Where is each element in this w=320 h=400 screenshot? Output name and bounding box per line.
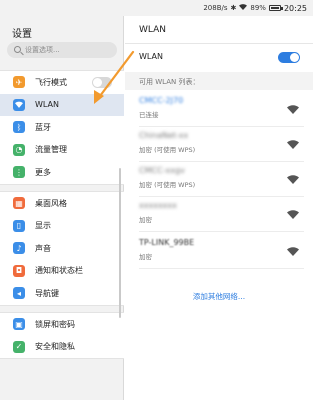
bluetooth-status-icon: ✱ — [230, 4, 237, 12]
lock-icon: ▣ — [13, 318, 25, 331]
security-icon: ✓ — [13, 340, 25, 353]
wifi-icon — [13, 98, 25, 111]
sidebar-item-wlan[interactable]: WLAN — [0, 93, 124, 116]
battery-icon — [268, 5, 283, 11]
more-icon: ⋮ — [13, 166, 25, 179]
wlan-toggle[interactable] — [278, 52, 300, 63]
sidebar-item-label: 桌面风格 — [35, 198, 67, 208]
wifi-signal-icon — [287, 105, 299, 114]
status-bar: 208B/s ✱ 89% 20:25 — [0, 0, 313, 16]
sidebar-item-label: 导航键 — [35, 288, 59, 298]
network-name: CMCC-xxgv — [139, 166, 185, 175]
sidebar-item-more[interactable]: ⋮ 更多 — [0, 161, 124, 184]
wifi-lock-signal-icon — [287, 210, 299, 219]
wlan-detail-pane: WLAN WLAN 可用 WLAN 列表： CMCC-2J70 已连接 Chin… — [125, 16, 313, 400]
wlan-toggle-label: WLAN — [139, 52, 164, 61]
network-status: 加密 (可使用 WPS) — [139, 181, 196, 189]
network-item[interactable]: ChinaNet-xx 加密 (可使用 WPS) — [125, 127, 313, 162]
display-icon: ▯ — [13, 219, 25, 232]
home-style-icon: ▦ — [13, 197, 25, 210]
network-name: CMCC-2J70 — [139, 96, 184, 105]
network-speed: 208B/s — [203, 4, 228, 12]
network-item[interactable]: TP-LINK_99BE 加密 — [125, 234, 313, 269]
sound-icon: ♪ — [13, 242, 25, 255]
sidebar-item-label: 流量管理 — [35, 145, 67, 155]
settings-group-display: ▦ 桌面风格 ▯ 显示 ♪ 声音 ◘ 通知和状态栏 ◂ 导航键 — [0, 191, 124, 306]
search-icon — [14, 46, 21, 53]
sidebar-item-label: 飞行模式 — [35, 77, 67, 87]
wifi-lock-signal-icon — [287, 140, 299, 149]
sidebar-item-notifications[interactable]: ◘ 通知和状态栏 — [0, 260, 124, 283]
wifi-lock-signal-icon — [287, 247, 299, 256]
wifi-lock-signal-icon — [287, 175, 299, 184]
network-name: xxxxxxxx — [139, 201, 177, 210]
sidebar-item-label: 安全和隐私 — [35, 342, 75, 352]
add-other-network-link[interactable]: 添加其他网络... — [125, 291, 313, 302]
sidebar-item-label: WLAN — [35, 100, 60, 110]
airplane-icon: ✈ — [13, 76, 25, 89]
sidebar-item-display[interactable]: ▯ 显示 — [0, 215, 124, 238]
network-item[interactable]: xxxxxxxx 加密 — [125, 197, 313, 232]
section-label: 可用 WLAN 列表： — [139, 78, 200, 86]
settings-search-input[interactable]: 设置选项... — [7, 42, 117, 58]
data-usage-icon: ◔ — [13, 143, 25, 156]
clock: 20:25 — [283, 3, 307, 13]
airplane-mode-toggle[interactable] — [92, 77, 112, 88]
bluetooth-icon: ᛒ — [13, 121, 25, 134]
sidebar-item-label: 锁屏和密码 — [35, 319, 75, 329]
sidebar-item-label: 更多 — [35, 167, 51, 177]
sidebar-item-label: 蓝牙 — [35, 122, 51, 132]
sidebar-item-label: 通知和状态栏 — [35, 266, 83, 276]
sidebar-item-airplane-mode[interactable]: ✈ 飞行模式 — [0, 71, 124, 94]
divider — [125, 43, 313, 44]
sidebar-item-security-privacy[interactable]: ✓ 安全和隐私 — [0, 336, 124, 359]
network-status: 加密 — [139, 253, 152, 261]
sidebar-item-lock-screen[interactable]: ▣ 锁屏和密码 — [0, 313, 124, 336]
sidebar-item-home-style[interactable]: ▦ 桌面风格 — [0, 192, 124, 215]
wlan-toggle-row[interactable]: WLAN — [139, 50, 304, 64]
navigation-key-icon: ◂ — [13, 287, 25, 300]
page-title: WLAN — [139, 25, 167, 35]
settings-group-network: ✈ 飞行模式 WLAN ᛒ 蓝牙 ◔ 流量管理 ⋮ 更多 — [0, 70, 124, 185]
status-indicators: 208B/s ✱ 89% 20:25 — [203, 3, 307, 13]
settings-sidebar: 设置 设置选项... ✈ 飞行模式 WLAN ᛒ 蓝牙 ◔ 流量管理 ⋮ 更多 — [0, 16, 124, 400]
network-name: ChinaNet-xx — [139, 131, 189, 140]
sidebar-scrollbar[interactable] — [119, 168, 121, 318]
network-list-header: 可用 WLAN 列表： — [125, 72, 313, 90]
divider — [139, 268, 304, 269]
wifi-status-icon — [239, 4, 248, 12]
sidebar-title: 设置 — [12, 29, 32, 40]
network-status: 已连接 — [139, 111, 159, 119]
network-item[interactable]: CMCC-2J70 已连接 — [125, 92, 313, 127]
sidebar-item-sound[interactable]: ♪ 声音 — [0, 237, 124, 260]
network-item[interactable]: CMCC-xxgv 加密 (可使用 WPS) — [125, 162, 313, 197]
notification-icon: ◘ — [13, 264, 25, 277]
network-name: TP-LINK_99BE — [139, 238, 195, 247]
sidebar-item-label: 显示 — [35, 221, 51, 231]
sidebar-item-label: 声音 — [35, 243, 51, 253]
network-status: 加密 — [139, 216, 152, 224]
sidebar-item-bluetooth[interactable]: ᛒ 蓝牙 — [0, 116, 124, 139]
battery-percent: 89% — [250, 4, 266, 12]
sidebar-item-navigation-key[interactable]: ◂ 导航键 — [0, 282, 124, 305]
search-placeholder: 设置选项... — [25, 46, 60, 54]
sidebar-item-data-usage[interactable]: ◔ 流量管理 — [0, 139, 124, 162]
divider — [139, 231, 304, 232]
network-status: 加密 (可使用 WPS) — [139, 146, 196, 154]
settings-group-security: ▣ 锁屏和密码 ✓ 安全和隐私 — [0, 312, 124, 359]
